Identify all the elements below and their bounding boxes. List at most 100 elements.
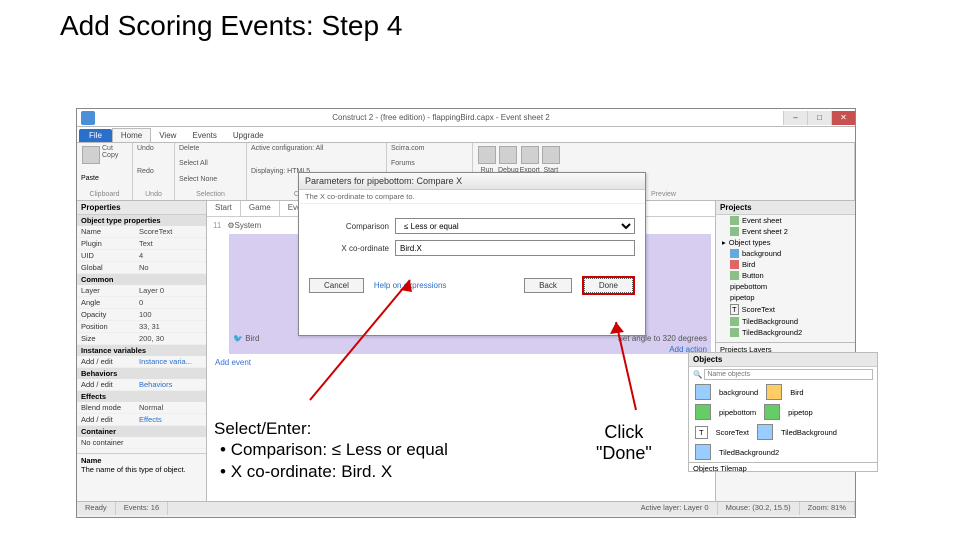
obj-bird-icon[interactable] bbox=[766, 384, 782, 400]
tab-upgrade[interactable]: Upgrade bbox=[225, 129, 272, 142]
obj-tbg2-icon[interactable] bbox=[695, 444, 711, 460]
ctab-start[interactable]: Start bbox=[207, 201, 241, 216]
parameters-dialog: Parameters for pipebottom: Compare X The… bbox=[298, 172, 646, 336]
group-undo: Undo bbox=[137, 191, 170, 198]
sec-objtype: Object type properties bbox=[77, 215, 206, 226]
undo-button[interactable]: Undo bbox=[137, 145, 154, 152]
v-layer[interactable]: Layer 0 bbox=[139, 286, 164, 295]
tree-es2[interactable]: Event sheet 2 bbox=[716, 226, 855, 237]
tree-es1[interactable]: Event sheet bbox=[716, 215, 855, 226]
objects-search[interactable] bbox=[704, 369, 873, 380]
v-position[interactable]: 33, 31 bbox=[139, 322, 160, 331]
k-opacity: Opacity bbox=[81, 310, 139, 319]
ribbon-tabs: File Home View Events Upgrade bbox=[77, 127, 855, 143]
obj-tbg[interactable]: TiledBackground bbox=[781, 428, 837, 437]
objects-tabs[interactable]: Objects Tilemap bbox=[689, 462, 877, 474]
group-clipboard: Clipboard bbox=[81, 191, 128, 198]
xcoord-label: X co-ordinate bbox=[309, 244, 389, 253]
tree-scoretext[interactable]: TScoreText bbox=[716, 303, 855, 316]
obj-tbg2[interactable]: TiledBackground2 bbox=[719, 448, 779, 457]
obj-tbg-icon[interactable] bbox=[757, 424, 773, 440]
active-config[interactable]: Active configuration: All bbox=[251, 145, 323, 152]
tree-objtypes[interactable]: ▸ Object types bbox=[716, 237, 855, 248]
delete-button[interactable]: Delete bbox=[179, 145, 199, 152]
minimize-button[interactable]: – bbox=[783, 111, 807, 125]
v-global[interactable]: No bbox=[139, 263, 149, 272]
tab-events[interactable]: Events bbox=[184, 129, 224, 142]
start-icon[interactable] bbox=[542, 146, 560, 164]
obj-bird[interactable]: Bird bbox=[790, 388, 803, 397]
tab-view[interactable]: View bbox=[151, 129, 184, 142]
cut-button[interactable]: Cut bbox=[102, 145, 118, 152]
obj-pipeb-icon[interactable] bbox=[695, 404, 711, 420]
obj-pipeb[interactable]: pipebottom bbox=[719, 408, 756, 417]
obj-pipet-icon[interactable] bbox=[764, 404, 780, 420]
k-nocont: No container bbox=[81, 438, 139, 447]
obj-pipet[interactable]: pipetop bbox=[788, 408, 813, 417]
objects-header: Objects bbox=[689, 353, 877, 367]
status-bar: Ready Events: 16 Active layer: Layer 0 M… bbox=[77, 501, 855, 515]
annotation-select: Select/Enter: • Comparison: ≤ Less or eq… bbox=[214, 418, 448, 482]
export-icon[interactable] bbox=[521, 146, 539, 164]
obj-score-icon[interactable]: T bbox=[695, 426, 708, 439]
sec-container: Container bbox=[77, 426, 206, 437]
v-blend[interactable]: Normal bbox=[139, 403, 163, 412]
dialog-subtitle: The X co-ordinate to compare to. bbox=[299, 190, 645, 204]
v-plugin: Text bbox=[139, 239, 153, 248]
tree-tbg2[interactable]: TiledBackground2 bbox=[716, 327, 855, 338]
xcoord-input[interactable] bbox=[395, 240, 635, 256]
v-addinst[interactable]: Instance varia... bbox=[139, 357, 192, 366]
selectnone-button[interactable]: Select None bbox=[179, 176, 217, 183]
back-button[interactable]: Back bbox=[524, 278, 572, 293]
subevent-bird: Bird bbox=[245, 334, 259, 343]
paste-icon[interactable] bbox=[82, 146, 100, 164]
maximize-button[interactable]: □ bbox=[807, 111, 831, 125]
scirra-link[interactable]: Scirra.com bbox=[391, 145, 424, 152]
add-action-link[interactable]: Add action bbox=[233, 345, 707, 354]
status-ready: Ready bbox=[77, 502, 116, 515]
obj-bg[interactable]: background bbox=[719, 388, 758, 397]
ctab-game[interactable]: Game bbox=[241, 201, 280, 216]
v-angle[interactable]: 0 bbox=[139, 298, 143, 307]
event-system[interactable]: System bbox=[234, 221, 261, 230]
selectall-button[interactable]: Select All bbox=[179, 160, 208, 167]
tab-home[interactable]: Home bbox=[112, 128, 151, 142]
tree-bird[interactable]: Bird bbox=[716, 259, 855, 270]
copy-button[interactable]: Copy bbox=[102, 152, 118, 159]
done-highlight: Done bbox=[582, 276, 635, 295]
redo-button[interactable]: Redo bbox=[137, 168, 154, 175]
tree-pipebottom[interactable]: pipebottom bbox=[716, 281, 855, 292]
done-button[interactable]: Done bbox=[584, 278, 633, 293]
v-size[interactable]: 200, 30 bbox=[139, 334, 164, 343]
file-tab[interactable]: File bbox=[79, 129, 112, 142]
v-addfx[interactable]: Effects bbox=[139, 415, 162, 424]
status-mouse: Mouse: (30.2, 15.5) bbox=[718, 502, 800, 515]
annot-b2: X co-ordinate: Bird. X bbox=[231, 462, 393, 481]
v-opacity[interactable]: 100 bbox=[139, 310, 152, 319]
cancel-button[interactable]: Cancel bbox=[309, 278, 364, 293]
add-event-link[interactable]: Add event bbox=[215, 358, 711, 367]
dialog-title: Parameters for pipebottom: Compare X bbox=[299, 173, 645, 190]
projects-header: Projects bbox=[716, 201, 855, 215]
tree-background[interactable]: background bbox=[716, 248, 855, 259]
tree-button[interactable]: Button bbox=[716, 270, 855, 281]
tree-tbg[interactable]: TiledBackground bbox=[716, 316, 855, 327]
help-link[interactable]: Help on expressions bbox=[374, 281, 446, 290]
v-name[interactable]: ScoreText bbox=[139, 227, 172, 236]
obj-bg-icon[interactable] bbox=[695, 384, 711, 400]
status-layer: Active layer: Layer 0 bbox=[633, 502, 718, 515]
sec-behaviors: Behaviors bbox=[77, 368, 206, 379]
tree-pipetop[interactable]: pipetop bbox=[716, 292, 855, 303]
status-zoom: Zoom: 81% bbox=[800, 502, 855, 515]
obj-score[interactable]: ScoreText bbox=[716, 428, 749, 437]
run-icon[interactable] bbox=[478, 146, 496, 164]
k-uid: UID bbox=[81, 251, 139, 260]
debug-icon[interactable] bbox=[499, 146, 517, 164]
v-addbeh[interactable]: Behaviors bbox=[139, 380, 172, 389]
forums-link[interactable]: Forums bbox=[391, 160, 415, 167]
window-title: Construct 2 - (free edition) - flappingB… bbox=[99, 113, 783, 122]
comparison-select[interactable]: ≤ Less or equal bbox=[395, 218, 635, 234]
prop-footer-h: Name bbox=[81, 456, 202, 465]
close-button[interactable]: ✕ bbox=[831, 111, 855, 125]
k-addinst: Add / edit bbox=[81, 357, 139, 366]
